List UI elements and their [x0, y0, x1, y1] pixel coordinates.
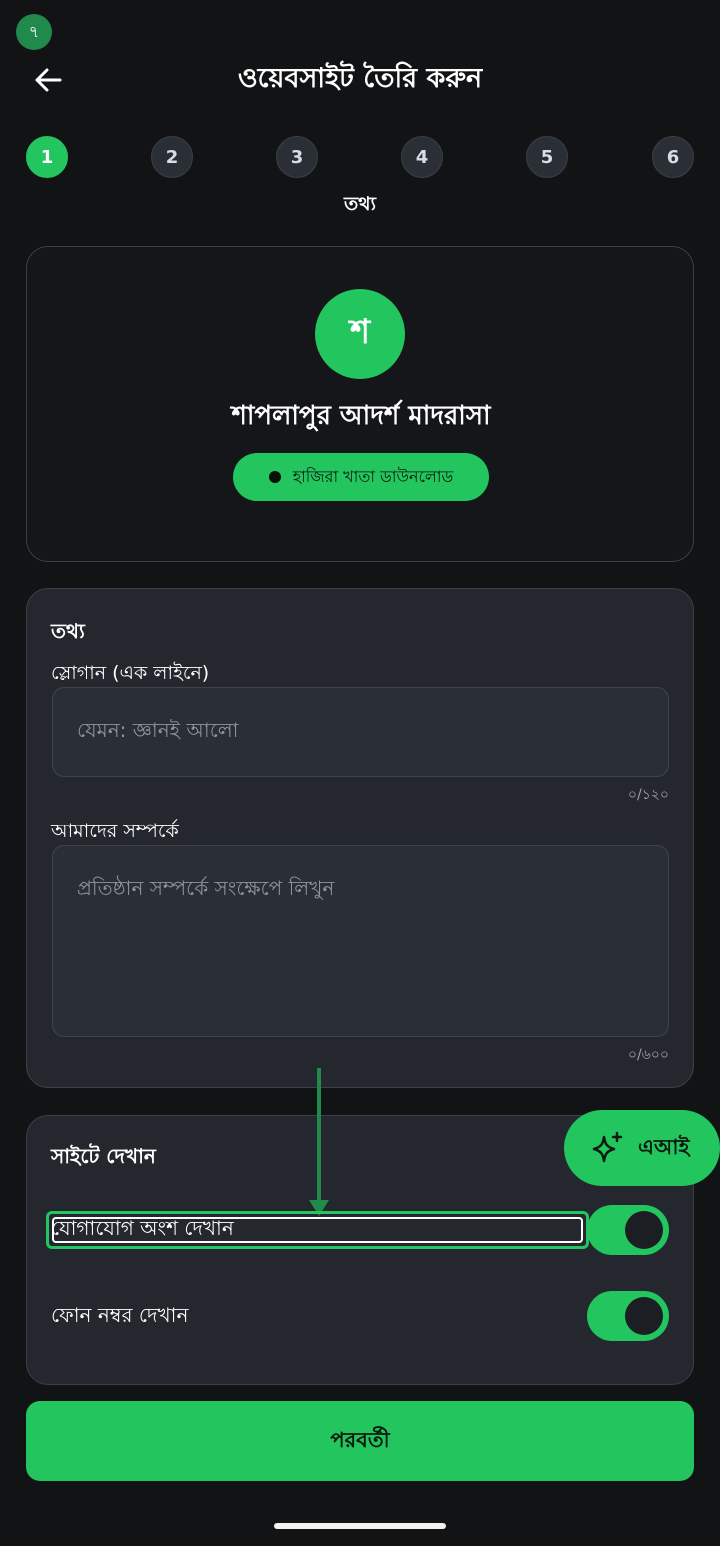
- slogan-input[interactable]: যেমন: জ্ঞানই আলো: [52, 687, 669, 777]
- toggle-knob: [625, 1297, 663, 1335]
- page-title: ওয়েবসাইট তৈরি করুন: [237, 62, 483, 94]
- arrow-down-icon: [309, 1068, 329, 1216]
- stepper: 1 2 3 4 5 6: [26, 136, 694, 178]
- phone-number-toggle-label: ফোন নম্বর দেখান: [51, 1303, 189, 1327]
- phone-number-toggle[interactable]: [587, 1291, 669, 1341]
- dot-icon: [268, 471, 281, 483]
- slogan-counter: ০/১২০: [627, 787, 669, 803]
- about-counter: ০/৬০০: [627, 1047, 669, 1063]
- home-indicator: [274, 1523, 446, 1529]
- app-header: ওয়েবসাইট তৈরি করুন: [0, 50, 720, 110]
- contact-section-toggle[interactable]: [587, 1205, 669, 1255]
- next-button[interactable]: পরবর্তী: [26, 1401, 694, 1481]
- step-6[interactable]: 6: [652, 136, 694, 178]
- screen: ৭ ওয়েবসাইট তৈরি করুন 1 2 3 4 5 6 তথ্য শ…: [0, 0, 720, 1546]
- step-1[interactable]: 1: [26, 136, 68, 178]
- step-4[interactable]: 4: [401, 136, 443, 178]
- highlight-box-inner: [52, 1217, 583, 1243]
- attendance-download-button[interactable]: হাজিরা খাতা ডাউনলোড: [233, 453, 489, 501]
- about-textarea[interactable]: প্রতিষ্ঠান সম্পর্কে সংক্ষেপে লিখুন: [52, 845, 669, 1037]
- step-caption: তথ্য: [343, 193, 377, 215]
- display-section-title: সাইটে দেখান: [51, 1144, 156, 1168]
- info-section-title: তথ্য: [51, 619, 85, 643]
- step-2[interactable]: 2: [151, 136, 193, 178]
- highlight-box: [46, 1211, 589, 1249]
- arrow-left-icon: [35, 68, 62, 92]
- organization-name: শাপলাপুর আদর্শ মাদরাসা: [231, 401, 491, 431]
- ai-assistant-button[interactable]: এআই: [564, 1110, 720, 1186]
- attendance-download-label: হাজিরা খাতা ডাউনলোড: [292, 466, 454, 486]
- toggle-knob: [625, 1211, 663, 1249]
- step-5[interactable]: 5: [526, 136, 568, 178]
- info-card: তথ্য স্লোগান (এক লাইনে) যেমন: জ্ঞানই আলো…: [26, 588, 694, 1088]
- ai-button-label: এআই: [638, 1134, 690, 1159]
- status-badge: ৭: [16, 14, 52, 50]
- sparkles-icon: [592, 1131, 623, 1163]
- step-3[interactable]: 3: [276, 136, 318, 178]
- profile-card: শ শাপলাপুর আদর্শ মাদরাসা হাজিরা খাতা ডাউ…: [26, 246, 694, 562]
- back-button[interactable]: [30, 62, 66, 98]
- avatar: শ: [315, 289, 405, 379]
